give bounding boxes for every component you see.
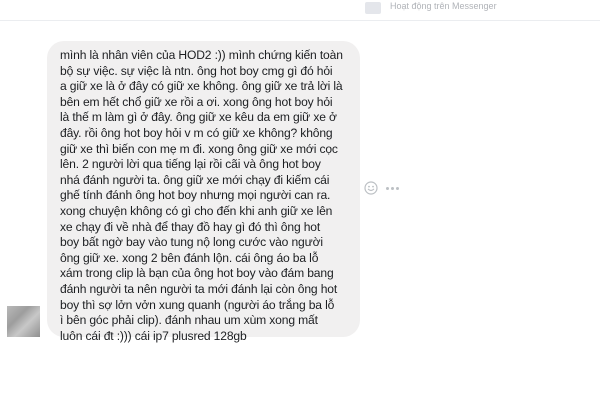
message-line: ông giữ xe. xong 2 bên đánh lộn. cái ông…: [60, 250, 319, 265]
message-line: luôn cái đt :))) cái ip7 plusred 128gb: [60, 328, 247, 343]
message-line: xe chạy đi về nhà để thay đồ hay gì đó t…: [60, 219, 321, 234]
message-line: bộ sự việc. sự việc là ntn. ông hot boy …: [60, 63, 333, 78]
message-line: xám trong clip là bạn của ông hot boy và…: [60, 266, 334, 281]
message-line: là thế m làm gì ở đây. ông giữ xe kêu da…: [60, 110, 337, 125]
message-line: lên. 2 người lời qua tiếng lại rồi cãi v…: [60, 157, 321, 172]
message-line: đây. rồi ông hot boy hỏi v m có giữ xe k…: [60, 125, 333, 140]
header-divider: [0, 20, 600, 21]
smiley-icon[interactable]: [364, 181, 378, 195]
sender-avatar[interactable]: [7, 306, 40, 337]
message-line: giữ xe thì biến con mẹ m đi. xong ông gi…: [60, 141, 338, 156]
more-dots-icon[interactable]: [384, 181, 400, 195]
message-line: a giữ xe là ở đây có giữ xe không. ông g…: [60, 79, 343, 94]
user-avatar[interactable]: [365, 2, 381, 14]
message-line: xong chuyện không có gì cho đến khi anh …: [60, 203, 333, 218]
message-line: nhá đánh người ta. ông giữ xe mới chạy đ…: [60, 172, 330, 187]
message-line: ì bên góc phải clip). đánh nhau um xùm x…: [60, 313, 318, 328]
message-line: ghế tính đánh ông hot boy nhưng mọi ngườ…: [60, 188, 331, 203]
message-line: đánh người ta nên người ta mới đánh lại …: [60, 281, 338, 296]
message-line: mình là nhân viên của HOD2 :)) mình chứn…: [60, 48, 343, 62]
message-bubble[interactable]: mình là nhân viên của HOD2 :)) mình chứn…: [47, 41, 360, 343]
active-status-text: Hoạt động trên Messenger: [390, 1, 497, 11]
message-line: bên em hết chổ giữ xe rồi a ơi. xong ông…: [60, 94, 333, 109]
message-line: boy thì sợ lởn vởn xung quanh (người áo …: [60, 297, 335, 312]
message-line: boy bất ngờ bay vào tung nộ long cước và…: [60, 235, 323, 250]
